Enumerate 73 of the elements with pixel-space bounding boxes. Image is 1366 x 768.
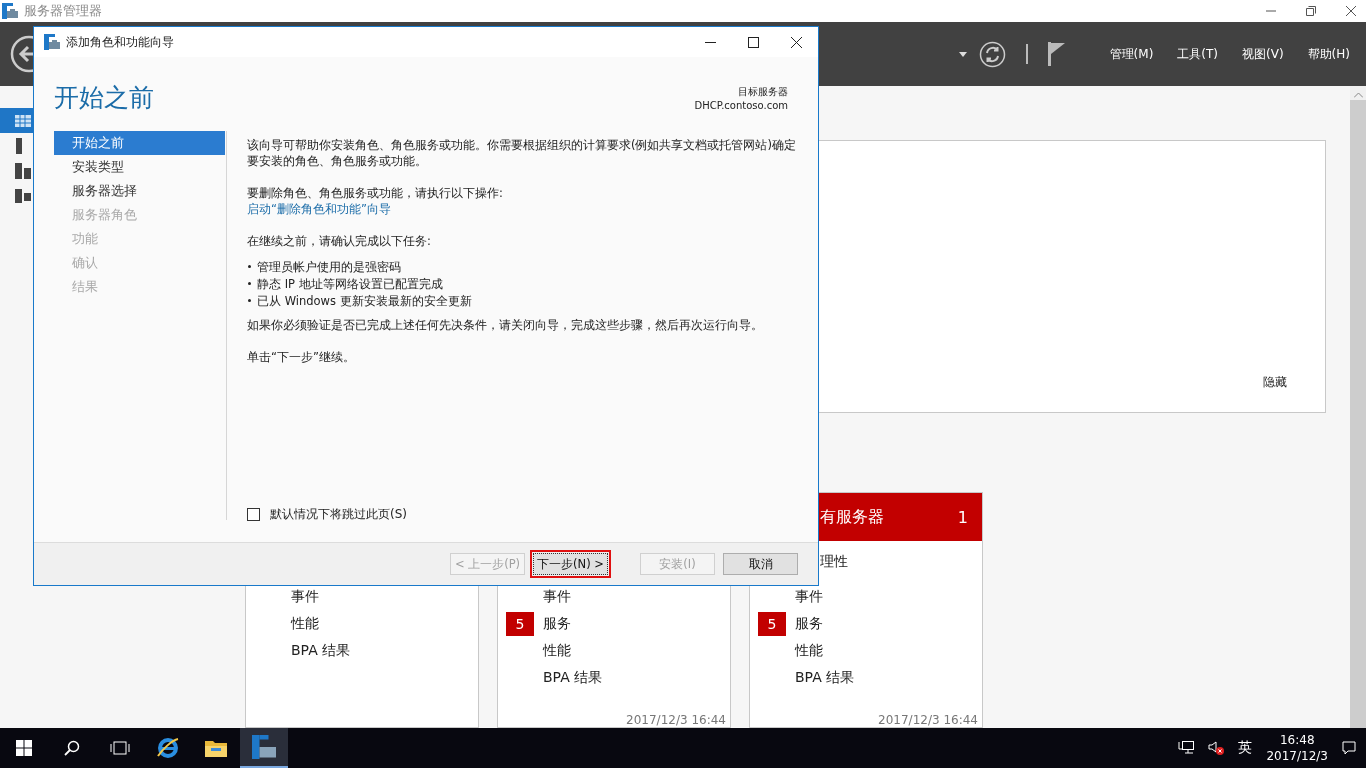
tile-row-label[interactable]: 事件 [291,587,319,606]
dashboard-icon [15,114,31,127]
close-icon[interactable] [1346,6,1356,16]
dialog-button[interactable]: 取消 [723,553,798,575]
checkbox-label[interactable]: 默认情况下将跳过此页(S) [270,506,407,522]
menu-item[interactable]: 帮助(H) [1301,45,1356,63]
browser-icon[interactable] [156,736,180,760]
window-title: 服务器管理器 [24,2,102,20]
tile-row-label[interactable]: 性能 [795,641,823,660]
skip-checkbox[interactable] [247,507,260,521]
servers-icon[interactable] [15,162,31,179]
server-icon[interactable] [15,137,23,154]
bullet-icon [248,299,251,302]
flag-icon[interactable] [1047,42,1066,66]
wizard-icon [44,34,60,50]
network-icon[interactable] [1178,741,1195,755]
file-services-icon[interactable] [15,188,31,203]
wizard-step[interactable]: 开始之前 [54,131,225,155]
wizard-step[interactable]: 服务器选择 [54,179,225,203]
tile-row-label[interactable]: 事件 [795,587,823,606]
timestamp: 2017/12/3 16:44 [625,713,727,727]
tasks-intro: 在继续之前，请确认完成以下任务: [247,233,432,249]
menu-item[interactable]: 视图(V) [1236,45,1290,63]
server-manager-button[interactable] [240,728,288,768]
hide-link[interactable]: 隐藏 [1257,373,1293,392]
bullet-icon [248,265,251,268]
tile-row-label[interactable]: 性能 [543,641,571,660]
tile-row-label[interactable]: 服务 [795,614,823,633]
bullet-icon [248,282,251,285]
remove-wizard-link[interactable]: 启动“删除角色和功能”向导 [247,201,391,217]
count-badge: 5 [506,611,534,636]
search-icon[interactable] [64,740,80,756]
tile-row-label[interactable]: 事件 [543,587,571,606]
tile-row-label[interactable]: BPA 结果 [291,641,351,660]
windows-logo-icon[interactable] [16,740,32,756]
remove-text: 要删除角色、角色服务或功能，请执行以下操作: [247,185,504,201]
tile-row-label[interactable]: BPA 结果 [543,668,603,687]
close-icon[interactable] [791,36,802,48]
dropdown-caret-icon[interactable] [958,51,967,57]
dialog-title: 添加角色和功能向导 [66,33,174,51]
verify-text: 如果你必须验证是否已完成上述任何先决条件，请关闭向导，完成这些步骤，然后再次运行向导。 [247,317,764,333]
maximize-icon[interactable] [748,36,759,48]
refresh-icon[interactable] [978,40,1006,68]
tile-row-label[interactable]: BPA 结果 [795,668,855,687]
task-view-icon[interactable] [110,741,130,755]
intro-text: 该向导可帮助你安装角色、角色服务或功能。你需要根据组织的计算要求(例如共享文档或托管网站)确定要安装的角色、角色服务或功能。 [247,137,797,169]
target-server: DHCP.contoso.com [694,99,788,113]
wizard-step[interactable]: 安装类型 [54,155,225,179]
scrollbar[interactable] [1350,86,1366,728]
task-item: 管理员帐户使用的是强密码 [257,258,401,275]
timestamp: 2017/12/3 16:44 [877,713,979,727]
tile-count: 1 [957,507,968,527]
clock[interactable]: 16:48 2017/12/3 [1266,732,1328,764]
server-manager-icon[interactable] [252,735,276,759]
volume-muted-icon[interactable] [1208,741,1225,755]
restore-icon[interactable] [1306,6,1316,16]
notification-icon[interactable] [1342,741,1356,755]
app-icon [2,3,18,19]
continue-text: 单击“下一步”继续。 [247,349,356,365]
page-heading: 开始之前 [54,82,154,114]
folder-icon[interactable] [205,739,227,757]
tile-row-label[interactable]: 理性 [820,553,848,571]
tile-title: 有服务器 [820,506,885,528]
tile-row-label[interactable]: 服务 [543,614,571,633]
menu-item[interactable]: 工具(T) [1171,45,1225,63]
tile-row-label[interactable]: 性能 [291,614,319,633]
task-item: 已从 Windows 更新安装最新的安全更新 [257,292,472,309]
menu-item[interactable]: 管理(M) [1103,45,1160,63]
target-label: 目标服务器 [737,85,788,99]
task-item: 静态 IP 地址等网络设置已配置完成 [257,275,443,292]
dialog-button[interactable]: 下一步(N) > [533,553,608,575]
count-badge: 5 [758,611,786,636]
input-method-indicator[interactable]: 英 [1238,739,1253,757]
